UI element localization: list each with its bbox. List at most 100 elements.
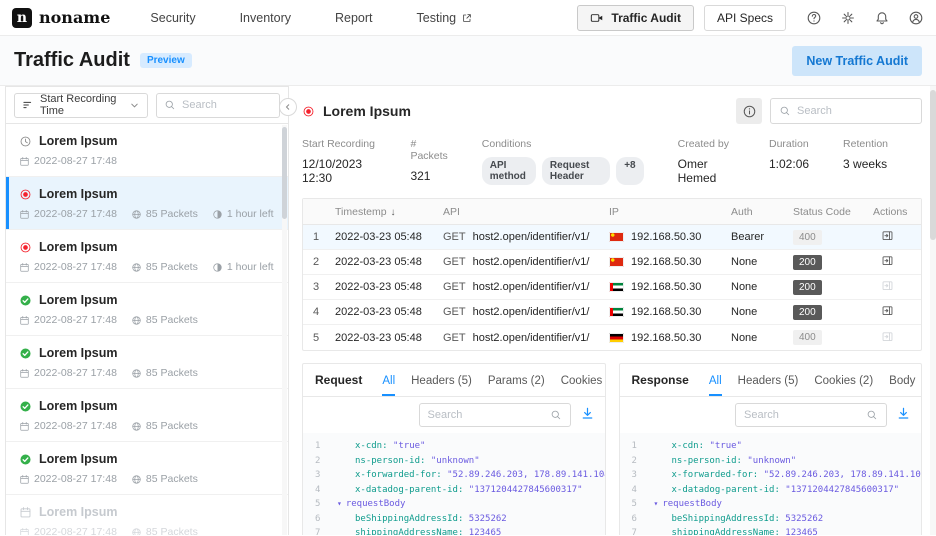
response-tab[interactable]: All xyxy=(709,366,722,396)
brand[interactable]: n noname xyxy=(12,8,110,28)
nav-item-testing[interactable]: Testing xyxy=(417,11,474,25)
recording-title: Lorem Ipsum xyxy=(39,293,118,307)
meta-label: # Packets xyxy=(410,138,447,162)
status-code-badge: 200 xyxy=(793,255,822,270)
help-icon[interactable] xyxy=(806,10,822,26)
recording-time-left: 1 hour left xyxy=(227,208,274,220)
cell-ip: 192.168.50.30 xyxy=(605,231,727,243)
line-number: 5 xyxy=(303,499,331,509)
sidebar-search-input[interactable] xyxy=(182,99,272,111)
open-packet-button xyxy=(873,330,894,346)
recording-list-item[interactable]: Lorem Ipsum 2022-08-27 17:48 85 Packets … xyxy=(6,177,288,230)
recording-packets: 85 Packets xyxy=(146,420,198,432)
nav-item-security[interactable]: Security xyxy=(150,11,195,25)
open-packet-button[interactable] xyxy=(873,229,894,245)
gear-icon[interactable] xyxy=(840,10,856,26)
response-tab[interactable]: Cookies (2) xyxy=(814,366,873,396)
request-tab[interactable]: All xyxy=(382,366,395,396)
response-download-button[interactable] xyxy=(896,406,911,424)
meta-label: Created by xyxy=(678,138,735,150)
recording-list-item[interactable]: Lorem Ipsum 2022-08-27 17:48 85 Packets xyxy=(6,283,288,336)
calendar-icon xyxy=(19,315,30,326)
recording-list-item[interactable]: Lorem Ipsum 2022-08-27 17:48 xyxy=(6,124,288,177)
recording-date: 2022-08-27 17:48 xyxy=(34,420,117,432)
user-icon[interactable] xyxy=(908,10,924,26)
table-row[interactable]: 5 2022-03-23 05:48 GEThost2.open/identif… xyxy=(303,325,921,350)
response-search-input[interactable] xyxy=(744,409,866,421)
sort-select[interactable]: Start Recording Time xyxy=(14,93,148,118)
table-row[interactable]: 1 2022-03-23 05:48 GEThost2.open/identif… xyxy=(303,225,921,250)
info-button[interactable] xyxy=(736,98,762,124)
recording-packets: 85 Packets xyxy=(146,526,198,535)
request-tab[interactable]: Cookies (2) xyxy=(561,366,606,396)
table-row[interactable]: 4 2022-03-23 05:48 GEThost2.open/identif… xyxy=(303,300,921,325)
meta-value: 12/10/2023 12:30 xyxy=(302,157,376,185)
done-status-icon xyxy=(19,294,32,307)
response-tab[interactable]: Headers (5) xyxy=(738,366,799,396)
open-packet-button[interactable] xyxy=(873,304,894,320)
open-packet-button[interactable] xyxy=(873,254,894,270)
condition-chip: Request Header xyxy=(542,157,610,185)
response-tab-bar: Response AllHeaders (5)Cookies (2)Body xyxy=(620,364,922,397)
recording-list-item[interactable]: Lorem Ipsum 2022-08-27 17:48 85 Packets xyxy=(6,442,288,495)
meta-value: 3 weeks xyxy=(843,157,888,171)
brand-name: noname xyxy=(39,8,110,27)
api-specs-nav-button[interactable]: API Specs xyxy=(704,5,786,31)
traffic-audit-nav-button[interactable]: Traffic Audit xyxy=(577,5,694,31)
collapse-caret-icon[interactable]: ▾ xyxy=(337,499,342,508)
line-number: 4 xyxy=(620,485,648,495)
globe-icon xyxy=(131,209,142,220)
request-search-input[interactable] xyxy=(428,409,550,421)
code-value: "unknown" xyxy=(747,456,796,466)
response-search xyxy=(735,403,887,427)
meta-label: Duration xyxy=(769,138,809,150)
table-row[interactable]: 3 2022-03-23 05:48 GEThost2.open/identif… xyxy=(303,275,921,300)
page-scrollbar[interactable] xyxy=(930,86,936,535)
line-number: 5 xyxy=(620,499,648,509)
bell-icon[interactable] xyxy=(874,10,890,26)
request-download-button[interactable] xyxy=(580,406,595,424)
nav-item-report[interactable]: Report xyxy=(335,11,373,25)
cell-timestamp: 2022-03-23 05:48 xyxy=(331,281,439,293)
condition-chip: +8 xyxy=(616,157,643,185)
line-number: 7 xyxy=(620,528,648,535)
recording-date: 2022-08-27 17:48 xyxy=(34,526,117,535)
calendar-icon xyxy=(19,368,30,379)
sidebar-search xyxy=(156,93,280,118)
code-line: 2 ns-person-id: "unknown" xyxy=(303,454,605,469)
recording-list-item[interactable]: Lorem Ipsum 2022-08-27 17:48 85 Packets xyxy=(6,495,288,535)
recording-packets: 85 Packets xyxy=(146,473,198,485)
row-number: 5 xyxy=(303,332,331,344)
recording-packets: 85 Packets xyxy=(146,261,198,273)
sidebar-scrollbar[interactable] xyxy=(282,125,287,535)
done-status-icon xyxy=(19,453,32,466)
nav-item-inventory[interactable]: Inventory xyxy=(240,11,291,25)
sidebar-collapse-button[interactable] xyxy=(279,98,297,116)
code-line: 4 x-datadog-parent-id: "1371204427845600… xyxy=(620,483,922,498)
line-number: 3 xyxy=(620,470,648,480)
ae-flag-icon xyxy=(609,282,624,292)
new-traffic-audit-button[interactable]: New Traffic Audit xyxy=(792,46,922,76)
cell-api: GEThost2.open/identifier/v1/ xyxy=(439,256,605,268)
line-number: 7 xyxy=(303,528,331,535)
recording-list-item[interactable]: Lorem Ipsum 2022-08-27 17:48 85 Packets xyxy=(6,336,288,389)
response-tab[interactable]: Body xyxy=(889,366,915,396)
recording-date: 2022-08-27 17:48 xyxy=(34,473,117,485)
request-tab[interactable]: Params (2) xyxy=(488,366,545,396)
code-key: ns-person-id: xyxy=(672,456,742,466)
detail-search-input[interactable] xyxy=(797,105,913,117)
line-number: 4 xyxy=(303,485,331,495)
collapse-caret-icon[interactable]: ▾ xyxy=(654,499,659,508)
recording-list-item[interactable]: Lorem Ipsum 2022-08-27 17:48 85 Packets … xyxy=(6,230,288,283)
globe-icon xyxy=(131,368,142,379)
column-timestamp[interactable]: Timestemp↓ xyxy=(331,206,439,218)
cell-ip: 192.168.50.30 xyxy=(605,256,727,268)
code-line: 5 ▾requestBody xyxy=(620,497,922,512)
globe-icon xyxy=(131,527,142,536)
code-key: beShippingAddressId: xyxy=(355,514,463,524)
line-number: 1 xyxy=(303,441,331,451)
table-row[interactable]: 2 2022-03-23 05:48 GEThost2.open/identif… xyxy=(303,250,921,275)
request-tab[interactable]: Headers (5) xyxy=(411,366,472,396)
time-left-icon xyxy=(212,262,223,273)
recording-list-item[interactable]: Lorem Ipsum 2022-08-27 17:48 85 Packets xyxy=(6,389,288,442)
